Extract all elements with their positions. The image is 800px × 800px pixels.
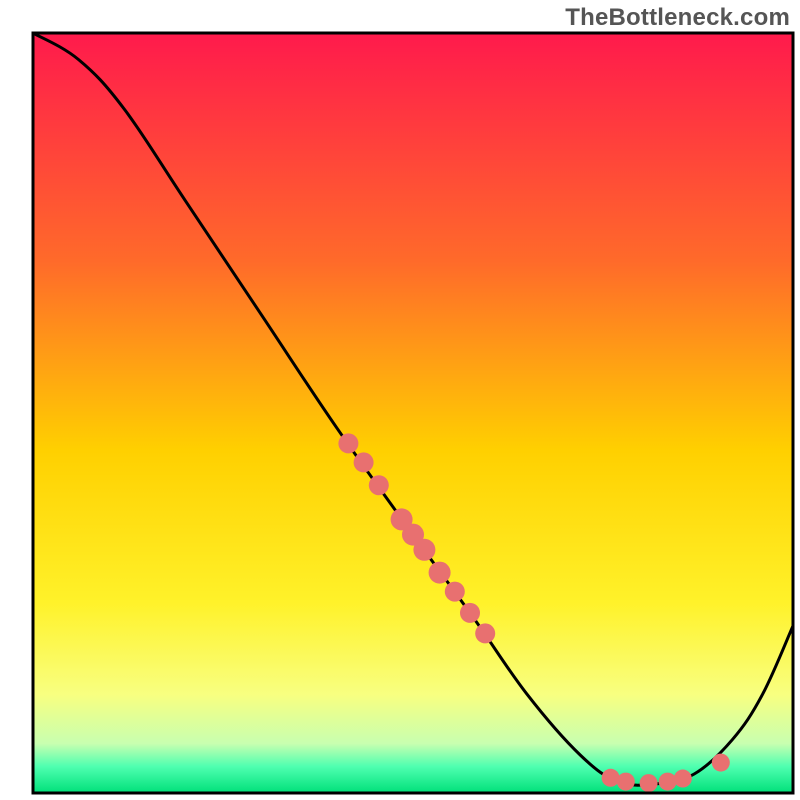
curve-marker: [413, 539, 435, 561]
plot-background: [33, 33, 793, 793]
curve-marker: [712, 754, 730, 772]
curve-marker: [475, 623, 495, 643]
curve-marker: [674, 770, 692, 788]
curve-marker: [354, 452, 374, 472]
curve-marker: [617, 773, 635, 791]
curve-marker: [640, 774, 658, 792]
curve-marker: [659, 773, 677, 791]
curve-marker: [429, 562, 451, 584]
curve-marker: [445, 582, 465, 602]
curve-marker: [369, 475, 389, 495]
curve-marker: [460, 603, 480, 623]
curve-marker: [338, 433, 358, 453]
attribution-text: TheBottleneck.com: [565, 4, 790, 32]
bottleneck-curve-chart: [0, 0, 800, 800]
curve-marker: [602, 769, 620, 787]
